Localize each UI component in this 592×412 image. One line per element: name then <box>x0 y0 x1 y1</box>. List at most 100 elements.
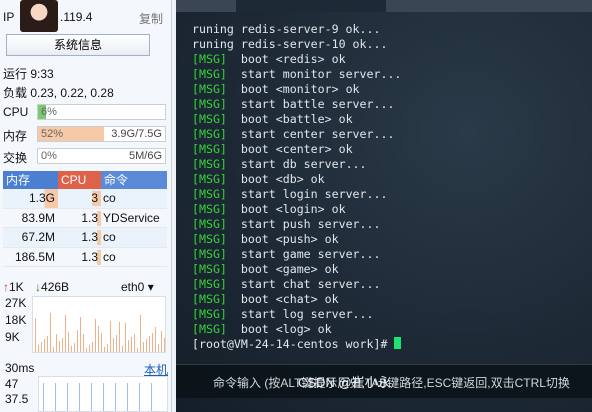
table-row[interactable]: 1.3G 3 co <box>3 189 167 209</box>
terminal-line: [MSG] boot <redis> ok <box>192 52 401 67</box>
cpu-label: CPU <box>3 105 29 119</box>
network-bar <box>152 333 153 352</box>
terminal-prompt-text: [root@VM-24-14-centos work]# <box>192 337 395 351</box>
terminal-pane[interactable]: runing redis-server-9 ok... runing redis-… <box>176 12 592 412</box>
terminal-tab[interactable] <box>236 0 386 12</box>
terminal-line-text: start battle server... <box>226 97 395 111</box>
process-mem: 1.3G <box>3 189 58 208</box>
terminal-line-text: boot <redis> ok <box>226 52 346 66</box>
network-bar <box>140 315 141 352</box>
column-cpu[interactable]: CPU <box>58 171 101 189</box>
terminal-line-text: start log server... <box>226 307 374 321</box>
msg-tag: [MSG] <box>192 187 227 201</box>
column-mem[interactable]: 内存 <box>3 171 58 189</box>
latency-bar <box>115 383 116 411</box>
process-table: 内存 CPU 命令 1.3G 3 co 83.9M 1.3 YDService … <box>3 171 167 267</box>
network-bar <box>155 327 156 352</box>
command-input-hint: 命令输入 (按ALT键提示历史,TAB键路径,ESC键返回,双击CTRL切换 <box>213 376 570 390</box>
network-bar <box>71 346 72 352</box>
network-bar <box>98 326 99 352</box>
msg-tag: [MSG] <box>192 217 227 231</box>
terminal-line-text: boot <chat> ok <box>226 292 339 306</box>
terminal-line: [MSG] start log server... <box>192 307 401 322</box>
system-info-button[interactable]: 系统信息 <box>6 34 150 56</box>
terminal-line-text: start chat server... <box>226 277 381 291</box>
msg-tag: [MSG] <box>192 172 227 186</box>
net-axis-label: 18K <box>5 313 27 327</box>
terminal-line: [MSG] start battle server... <box>192 97 401 112</box>
terminal-line-text: start center server... <box>226 127 395 141</box>
msg-tag: [MSG] <box>192 127 227 141</box>
terminal-line-text: boot <push> ok <box>226 232 339 246</box>
network-bar <box>59 341 60 352</box>
msg-tag: [MSG] <box>192 97 227 111</box>
network-bar <box>50 313 51 352</box>
terminal-line-text: boot <db> ok <box>226 172 325 186</box>
avatar <box>20 0 58 32</box>
latency-axis-label: 37.5 <box>5 392 29 406</box>
network-bar <box>35 318 36 352</box>
msg-tag: [MSG] <box>192 232 227 246</box>
process-mem: 186.5M <box>14 249 55 264</box>
latency-bar <box>127 383 128 411</box>
mem-meter: 52% 3.9G/7.5G <box>37 126 166 142</box>
table-row[interactable]: 186.5M 1.3 co <box>3 248 167 267</box>
network-bar <box>122 346 123 352</box>
network-bar <box>86 348 87 352</box>
uptime: 运行 9:33 <box>3 67 54 81</box>
terminal-prompt: [root@VM-24-14-centos work]# <box>192 337 402 352</box>
msg-tag: [MSG] <box>192 247 227 261</box>
terminal-line-text: start game server... <box>226 247 381 261</box>
network-bar <box>164 338 165 352</box>
latency-bar <box>79 383 80 411</box>
network-bar <box>146 339 147 352</box>
latency-bar <box>103 383 104 411</box>
network-bar <box>116 335 117 352</box>
network-status: ↑1K ↓426B eth0 ▾ <box>3 280 169 294</box>
terminal-line: [MSG] start chat server... <box>192 277 401 292</box>
msg-tag: [MSG] <box>192 52 227 66</box>
msg-tag: [MSG] <box>192 67 227 81</box>
terminal-line: [MSG] start login server... <box>192 187 401 202</box>
terminal-line: runing redis-server-9 ok... <box>192 22 401 37</box>
network-bar <box>77 330 78 352</box>
terminal-line: [MSG] start game server... <box>192 247 401 262</box>
network-bar <box>158 344 159 352</box>
latency-bar <box>139 383 140 411</box>
table-row[interactable]: 83.9M 1.3 YDService <box>3 209 167 228</box>
network-bar <box>104 347 105 352</box>
process-mem: 67.2M <box>21 230 55 244</box>
load-average: 负载 0.23, 0.22, 0.28 <box>3 86 114 100</box>
column-cmd[interactable]: 命令 <box>101 171 167 189</box>
network-graph <box>32 296 166 353</box>
network-bar <box>92 342 93 352</box>
terminal-line-text: boot <game> ok <box>226 262 339 276</box>
terminal-output: runing redis-server-9 ok... runing redis-… <box>192 22 402 352</box>
terminal-line-text: boot <login> ok <box>226 202 346 216</box>
interface-select[interactable]: eth0 ▾ <box>121 280 154 294</box>
mem-percent: 52% <box>41 128 64 140</box>
table-row[interactable]: 67.2M 1.3 co <box>3 228 167 248</box>
network-bar <box>161 331 162 352</box>
msg-tag: [MSG] <box>192 202 227 216</box>
ip-value: .119.4 <box>60 10 93 24</box>
network-bar <box>101 333 102 352</box>
network-bar <box>134 334 135 352</box>
msg-tag: [MSG] <box>192 82 227 96</box>
network-bar <box>65 315 66 352</box>
network-bar <box>128 340 129 352</box>
copy-ip-link[interactable]: 复制 <box>139 10 163 27</box>
terminal-line-text: boot <center> ok <box>226 142 353 156</box>
network-bar <box>47 336 48 352</box>
process-cpu: 1.3 <box>58 209 101 228</box>
network-bar <box>131 337 132 352</box>
network-bar <box>107 344 108 352</box>
latency-bar <box>43 383 44 411</box>
network-bar <box>62 338 63 352</box>
network-bar <box>89 345 90 352</box>
terminal-line: [MSG] boot <log> ok <box>192 322 401 337</box>
network-bar <box>110 321 111 352</box>
network-bar <box>68 332 69 352</box>
process-command: co <box>103 191 116 205</box>
network-bar <box>56 334 57 352</box>
